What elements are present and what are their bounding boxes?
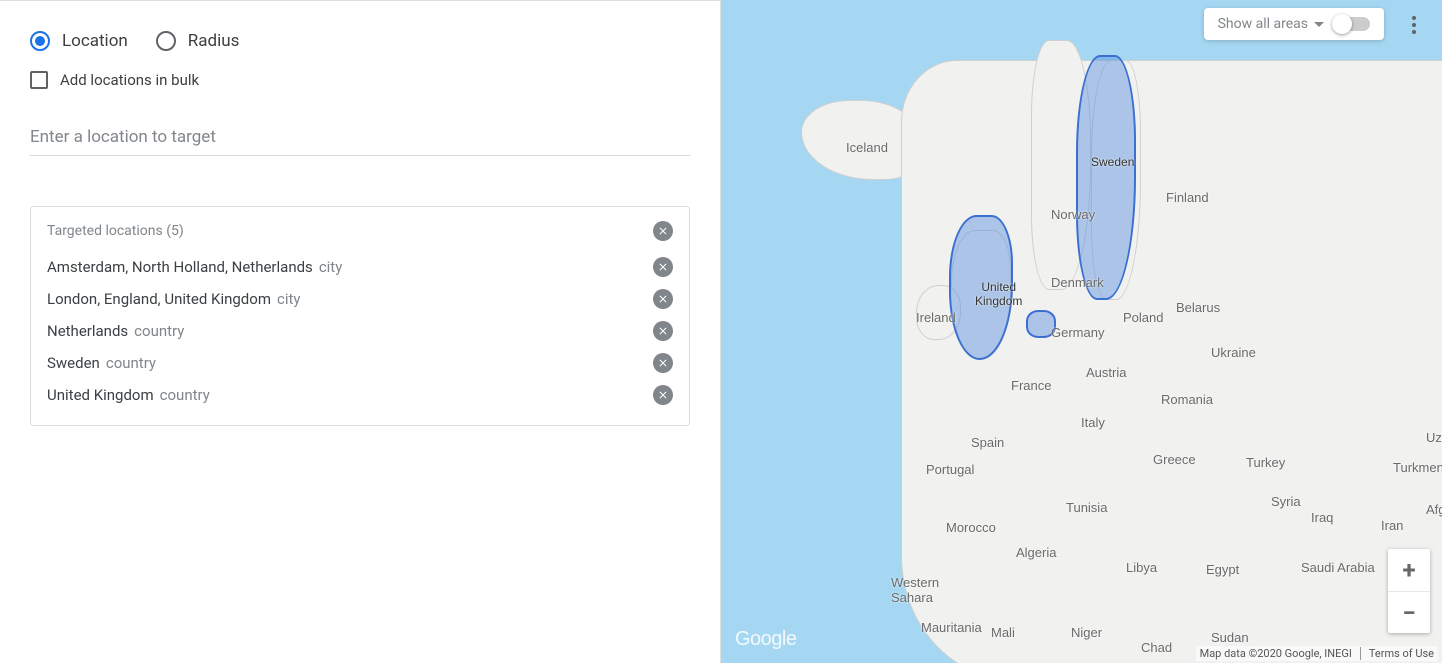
radio-selected-icon xyxy=(30,31,50,51)
targeted-locations-header: Targeted locations (5) xyxy=(47,221,673,241)
location-search-input[interactable] xyxy=(30,119,690,156)
location-name: Netherlands xyxy=(47,322,128,340)
map-country-label: Syria xyxy=(1271,494,1301,509)
areas-toggle[interactable] xyxy=(1334,17,1370,31)
map-country-label: Romania xyxy=(1161,392,1213,407)
zoom-in-button[interactable]: + xyxy=(1388,549,1430,591)
map-country-label: Tunisia xyxy=(1066,500,1107,515)
map-country-label: UnitedKingdom xyxy=(975,280,1022,308)
map-country-label: Egypt xyxy=(1206,562,1239,577)
location-settings-panel: Location Radius Add locations in bulk Ta… xyxy=(0,0,721,663)
location-type: city xyxy=(277,290,301,308)
map-country-label: Niger xyxy=(1071,625,1102,640)
google-logo: Google xyxy=(735,628,797,651)
radio-unselected-icon xyxy=(156,31,176,51)
map-more-menu[interactable] xyxy=(1406,10,1422,40)
targeted-location-row: Netherlands country xyxy=(47,315,673,347)
radio-radius-label: Radius xyxy=(188,31,240,51)
location-name: United Kingdom xyxy=(47,386,154,404)
targeted-locations-list: Amsterdam, North Holland, Netherlands cit… xyxy=(47,251,673,411)
targeted-location-row: Amsterdam, North Holland, Netherlands cit… xyxy=(47,251,673,283)
clear-all-icon[interactable] xyxy=(653,221,673,241)
remove-location-icon[interactable] xyxy=(653,257,673,277)
map-country-label: Finland xyxy=(1166,190,1209,205)
radio-radius[interactable]: Radius xyxy=(156,31,240,51)
radio-location-label: Location xyxy=(62,31,128,51)
bulk-checkbox-label: Add locations in bulk xyxy=(60,71,199,89)
remove-location-icon[interactable] xyxy=(653,321,673,341)
map-country-label: Saudi Arabia xyxy=(1301,560,1375,575)
map-country-label: Turkmenis xyxy=(1393,460,1442,475)
map-country-label: Ireland xyxy=(916,310,956,325)
map-country-label: Italy xyxy=(1081,415,1105,430)
remove-location-icon[interactable] xyxy=(653,353,673,373)
targeted-header-text: Targeted locations (5) xyxy=(47,223,184,239)
show-areas-dropdown[interactable]: Show all areas xyxy=(1218,16,1324,32)
map-country-label: Poland xyxy=(1123,310,1163,325)
targeted-location-row: London, England, United Kingdom city xyxy=(47,283,673,315)
map-country-label: Turkey xyxy=(1246,455,1285,470)
map-country-label: WesternSahara xyxy=(891,575,939,605)
map-country-label: Germany xyxy=(1051,325,1104,340)
map-country-label: Norway xyxy=(1051,207,1095,222)
location-type: country xyxy=(160,386,210,404)
remove-location-icon[interactable] xyxy=(653,385,673,405)
map-country-label: Austria xyxy=(1086,365,1126,380)
caret-down-icon xyxy=(1314,22,1324,27)
zoom-controls: + − xyxy=(1388,549,1430,633)
location-name: Amsterdam, North Holland, Netherlands xyxy=(47,258,313,276)
location-type: city xyxy=(319,258,343,276)
map-country-label: Denmark xyxy=(1051,275,1104,290)
targeted-location-row: United Kingdom country xyxy=(47,379,673,411)
location-type: country xyxy=(106,354,156,372)
map-country-label: Algeria xyxy=(1016,545,1056,560)
map-panel[interactable]: Iceland Sweden Finland Norway UnitedKingdom D… xyxy=(721,0,1442,663)
map-country-label: Mauritania xyxy=(921,620,982,635)
targeted-locations-box: Targeted locations (5) Amsterdam, North … xyxy=(30,206,690,426)
map-country-label: Iran xyxy=(1381,518,1403,533)
remove-location-icon[interactable] xyxy=(653,289,673,309)
location-name: London, England, United Kingdom xyxy=(47,290,271,308)
map-areas-control: Show all areas xyxy=(1204,8,1384,40)
map-country-label: Sudan xyxy=(1211,630,1249,645)
map-country-label: Libya xyxy=(1126,560,1157,575)
map-country-label: Sweden xyxy=(1091,155,1134,169)
zoom-out-button[interactable]: − xyxy=(1388,591,1430,633)
map-country-label: Uzb xyxy=(1426,430,1442,445)
map-country-label: Morocco xyxy=(946,520,996,535)
bulk-add-checkbox[interactable]: Add locations in bulk xyxy=(30,71,690,89)
checkbox-unchecked-icon xyxy=(30,71,48,89)
map-country-label: Afg xyxy=(1426,502,1442,517)
map-country-label: France xyxy=(1011,378,1051,393)
targeted-location-row: Sweden country xyxy=(47,347,673,379)
map-country-label: Spain xyxy=(971,435,1004,450)
map-attribution: Map data ©2020 Google, INEGI Terms of Us… xyxy=(1196,646,1438,661)
location-name: Sweden xyxy=(47,354,100,372)
map-country-label: Iceland xyxy=(846,140,888,155)
location-type: country xyxy=(134,322,184,340)
map-data-text: Map data ©2020 Google, INEGI xyxy=(1200,647,1352,660)
divider xyxy=(1360,647,1361,660)
map-highlight-sweden xyxy=(1076,55,1136,300)
targeting-mode-radios: Location Radius xyxy=(30,31,690,51)
map-country-label: Belarus xyxy=(1176,300,1220,315)
show-areas-label: Show all areas xyxy=(1218,16,1308,32)
map-country-label: Iraq xyxy=(1311,510,1333,525)
terms-link[interactable]: Terms of Use xyxy=(1369,647,1434,660)
map-country-label: Greece xyxy=(1153,452,1196,467)
radio-location[interactable]: Location xyxy=(30,31,128,51)
map-country-label: Portugal xyxy=(926,462,974,477)
map-country-label: Mali xyxy=(991,625,1015,640)
map-country-label: Ukraine xyxy=(1211,345,1256,360)
map-country-label: Chad xyxy=(1141,640,1172,655)
